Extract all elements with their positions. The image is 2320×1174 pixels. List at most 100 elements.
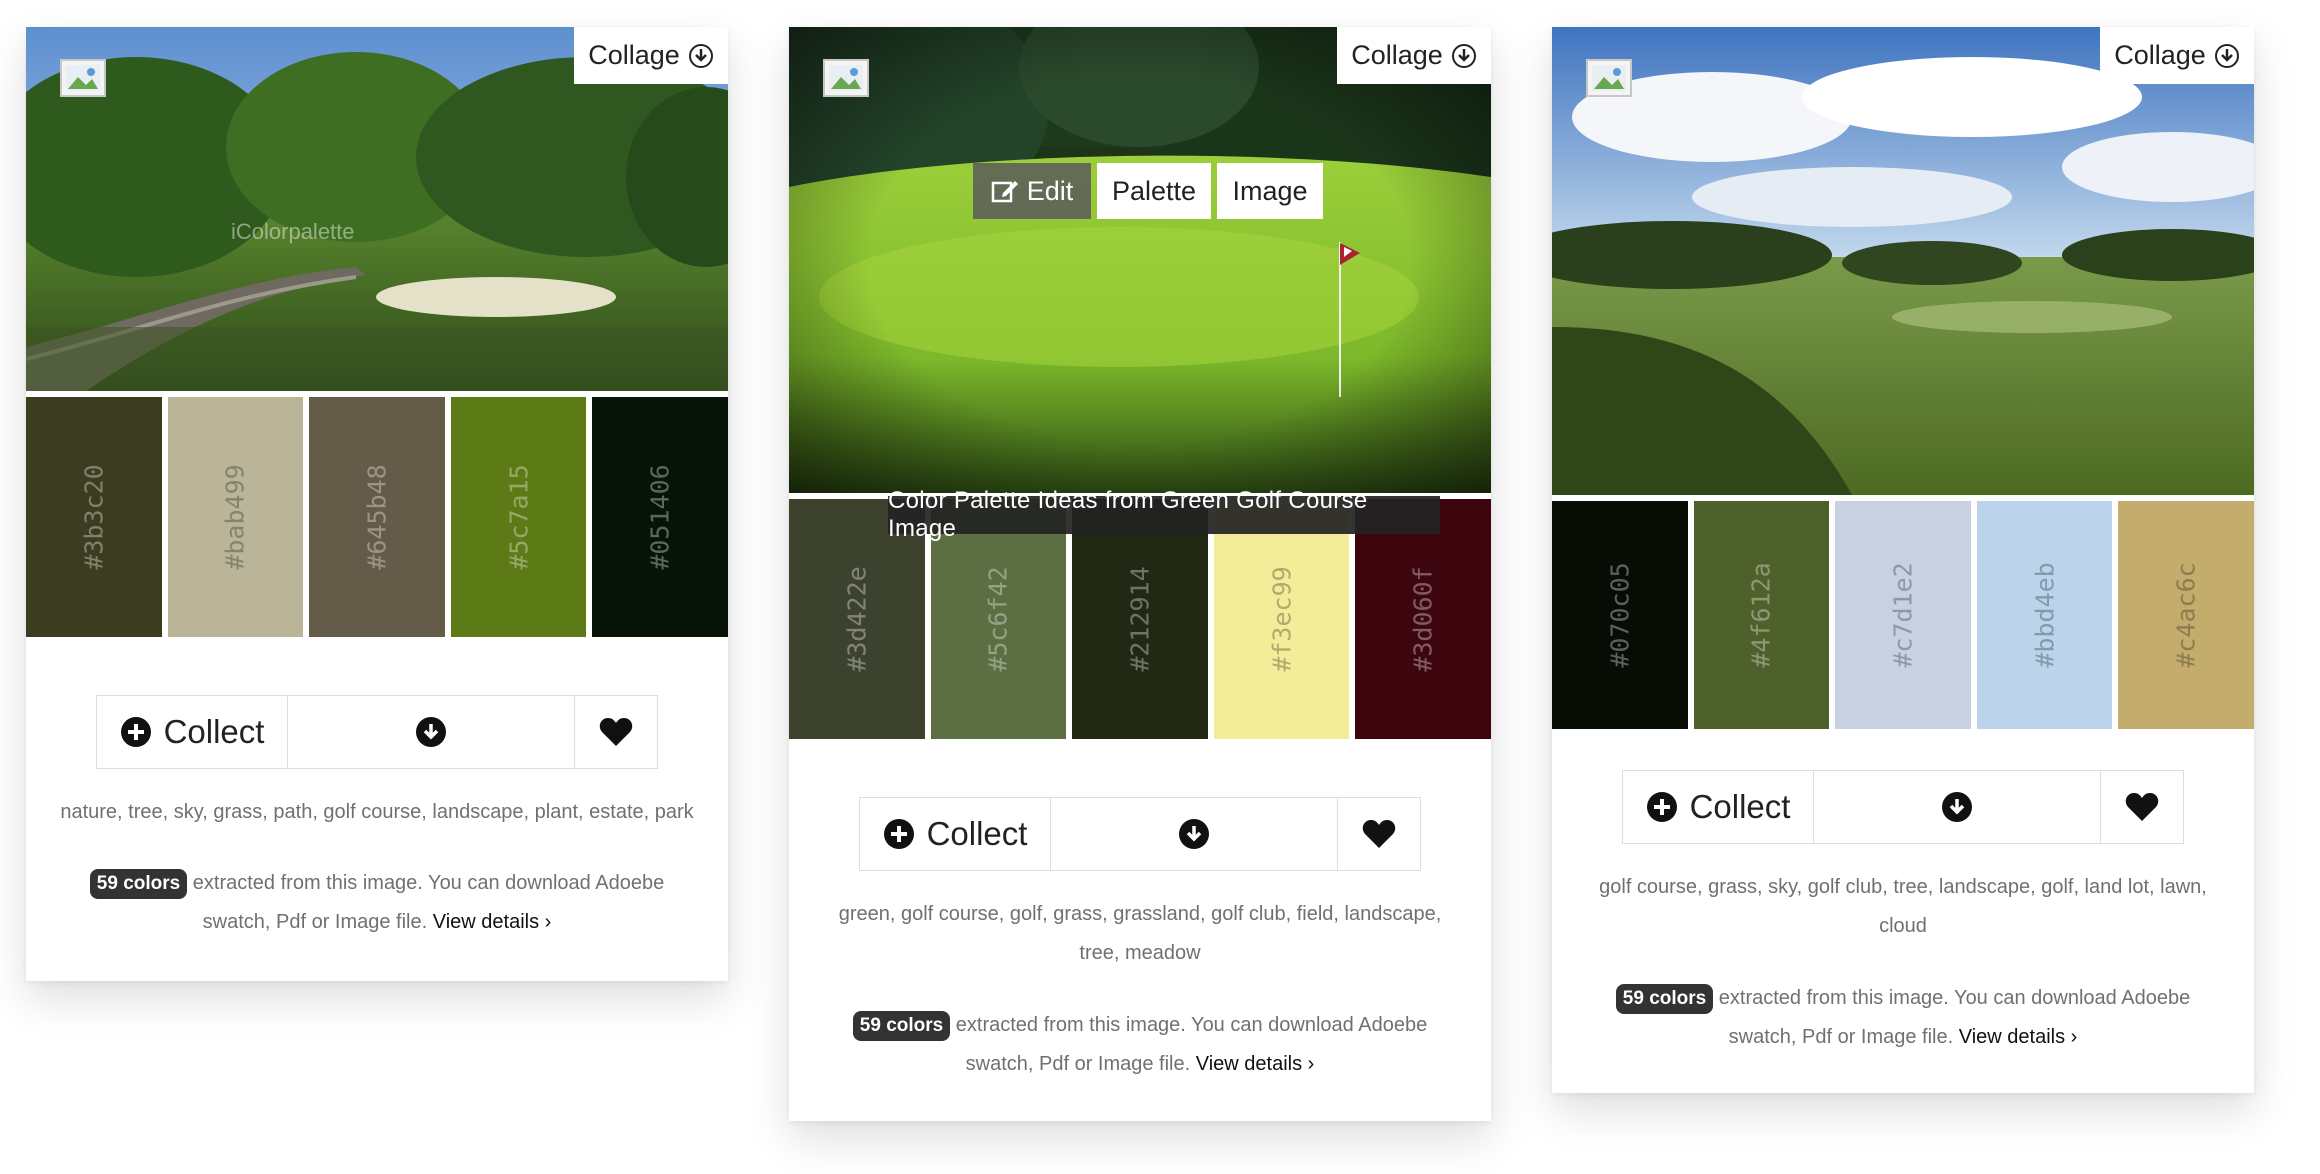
palette-button[interactable]: Palette (1097, 163, 1211, 219)
swatch-hex: #c4ac6c (2171, 562, 2201, 668)
golf-green-photo (789, 27, 1491, 493)
color-swatch[interactable]: #645b48 (309, 397, 445, 637)
action-bar: Collect (859, 797, 1421, 871)
collage-label: Collage (2114, 40, 2206, 70)
color-swatch[interactable]: #c7d1e2 (1835, 501, 1971, 729)
swatch-row: #070c05 #4f612a #c7d1e2 #bbd4eb #c4ac6c (1552, 495, 2254, 729)
chevron-right-icon: › (2070, 1026, 2078, 1048)
collect-button[interactable]: Collect (860, 798, 1051, 870)
plus-circle-icon (1646, 792, 1677, 822)
collage-button[interactable]: Collage (574, 27, 728, 84)
collage-label: Collage (1351, 40, 1443, 70)
watermark: iColorpalette (231, 219, 355, 244)
edit-label: Edit (1026, 175, 1074, 206)
image-tooltip: Color Palette Ideas from Green Golf Cour… (888, 487, 1440, 542)
swatch-row: #3b3c20 #bab499 #645b48 #5c7a15 #051406 (26, 391, 728, 637)
hover-menu: Edit Palette Image (973, 163, 1323, 219)
color-swatch[interactable]: #4f612a (1693, 501, 1830, 729)
plus-circle-icon (883, 819, 914, 849)
view-details-label: View details (1195, 1053, 1303, 1075)
card-photo[interactable]: Collage Edit Palette Image (789, 27, 1491, 493)
swatch-hex: #212914 (1125, 566, 1155, 672)
download-button[interactable] (288, 696, 575, 768)
swatch-hex: #5c7a15 (504, 464, 534, 570)
download-circle-icon (688, 43, 713, 68)
watermark: iColorpalette (1874, 92, 1976, 112)
view-details-label: View details (1958, 1026, 2066, 1048)
swatch-hex: #3d060f (1408, 566, 1438, 672)
edit-button[interactable]: Edit (973, 163, 1091, 219)
broken-image-icon (60, 59, 106, 97)
view-details-link[interactable]: View details › (433, 911, 552, 933)
action-bar: Collect (1622, 770, 2184, 844)
collect-button[interactable]: Collect (1623, 771, 1814, 843)
heart-icon (1362, 820, 1396, 848)
download-button[interactable] (1814, 771, 2101, 843)
action-bar: Collect (96, 695, 658, 769)
download-circle-icon (416, 717, 446, 747)
colors-badge: 59 colors (852, 1011, 951, 1041)
download-circle-icon (1451, 43, 1476, 68)
colors-badge: 59 colors (1615, 984, 1714, 1014)
tag-list: golf course, grass, sky, golf club, tree… (1599, 876, 2207, 937)
download-circle-icon (1942, 792, 1972, 822)
palette-card: iColorpalette Collage #3b3c20 #bab499 #6… (26, 27, 728, 981)
card-photo[interactable]: iColorpalette Collage (1552, 27, 2254, 495)
info-text: 59 colors extracted from this image. You… (66, 864, 688, 942)
swatch-hex: #bbd4eb (2030, 562, 2060, 668)
like-button[interactable] (575, 696, 657, 768)
collect-label: Collect (163, 713, 265, 750)
info-description: extracted from this image. You can downl… (187, 872, 665, 933)
chevron-right-icon: › (1307, 1053, 1315, 1075)
swatch-hex: #070c05 (1605, 562, 1635, 668)
color-swatch[interactable]: #c4ac6c (2118, 501, 2254, 729)
broken-image-icon (823, 59, 869, 97)
collect-label: Collect (926, 815, 1028, 852)
collage-button[interactable]: Collage (1337, 27, 1491, 84)
swatch-hex: #4f612a (1746, 562, 1776, 668)
plus-circle-icon (120, 717, 151, 747)
view-details-label: View details (432, 911, 540, 933)
palette-card: Collage Edit Palette Image #3d422e #5c6f… (789, 27, 1491, 1121)
color-swatch[interactable]: #bab499 (167, 397, 304, 637)
swatch-hex: #5c6f42 (983, 566, 1013, 672)
tag-list: nature, tree, sky, grass, path, golf cou… (60, 801, 694, 823)
swatch-hex: #645b48 (362, 464, 392, 570)
color-swatch[interactable]: #070c05 (1552, 501, 1688, 729)
color-swatch[interactable]: #5c7a15 (450, 397, 587, 637)
tag-list: green, golf course, golf, grass, grassla… (838, 903, 1442, 964)
color-swatch[interactable]: #3b3c20 (26, 397, 162, 637)
info-description: extracted from this image. You can downl… (1713, 987, 2191, 1048)
image-button[interactable]: Image (1217, 163, 1323, 219)
colors-badge: 59 colors (89, 869, 188, 899)
collect-button[interactable]: Collect (97, 696, 288, 768)
collage-label: Collage (588, 40, 680, 70)
color-swatch[interactable]: #051406 (592, 397, 728, 637)
swatch-hex: #3d422e (842, 566, 872, 672)
info-text: 59 colors extracted from this image. You… (1592, 979, 2214, 1057)
download-circle-icon (2214, 43, 2239, 68)
info-text: 59 colors extracted from this image. You… (829, 1006, 1451, 1084)
view-details-link[interactable]: View details › (1959, 1026, 2078, 1048)
heart-icon (2125, 793, 2159, 821)
swatch-hex: #f3ec99 (1267, 566, 1297, 672)
like-button[interactable] (2101, 771, 2183, 843)
heart-icon (599, 718, 633, 746)
chevron-right-icon: › (544, 911, 552, 933)
collect-label: Collect (1689, 788, 1791, 825)
edit-icon (991, 181, 1018, 203)
swatch-hex: #051406 (645, 464, 675, 570)
download-button[interactable] (1051, 798, 1338, 870)
like-button[interactable] (1338, 798, 1420, 870)
view-details-link[interactable]: View details › (1196, 1053, 1315, 1075)
swatch-hex: #c7d1e2 (1888, 562, 1918, 668)
palette-card: iColorpalette Collage #070c05 #4f612a #c… (1552, 27, 2254, 1093)
broken-image-icon (1586, 59, 1632, 97)
card-photo[interactable]: iColorpalette Collage (26, 27, 728, 391)
swatch-hex: #bab499 (220, 464, 250, 570)
download-circle-icon (1179, 819, 1209, 849)
swatch-hex: #3b3c20 (79, 464, 109, 570)
info-description: extracted from this image. You can downl… (950, 1014, 1428, 1075)
color-swatch[interactable]: #bbd4eb (1976, 501, 2113, 729)
collage-button[interactable]: Collage (2100, 27, 2254, 84)
